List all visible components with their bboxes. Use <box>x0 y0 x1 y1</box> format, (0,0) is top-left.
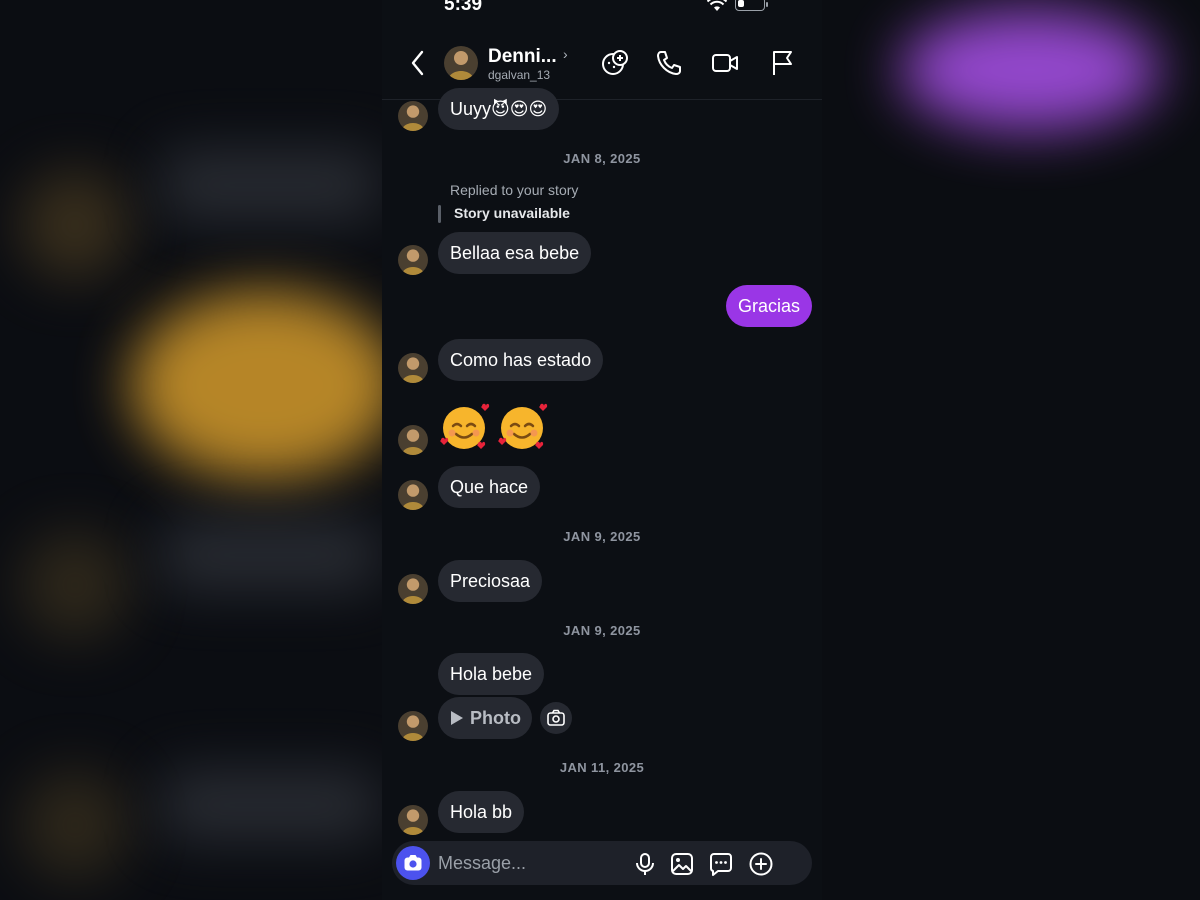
smiling-face-with-hearts-icon <box>440 403 490 449</box>
camera-button[interactable] <box>396 846 430 880</box>
message-list: Uuyy😈😍😍 JAN 8, 2025 Replied to your stor… <box>382 0 822 900</box>
photo-label: Photo <box>470 708 521 728</box>
message-bubble-outgoing[interactable]: Gracias <box>725 285 812 327</box>
date-separator: JAN 11, 2025 <box>559 760 645 775</box>
message-bubble-incoming[interactable]: Preciosaa <box>438 560 543 602</box>
smiling-face-with-hearts-icon <box>498 403 548 449</box>
story-reply-reference[interactable]: Story unavailable <box>454 205 570 221</box>
microphone-icon[interactable] <box>632 851 658 877</box>
sender-avatar <box>398 574 428 604</box>
reply-label: Replied to your story <box>450 182 579 198</box>
chat-screen: 5:39 Denni... › dgalvan_13 Uuyy😈😍😍 JAN 8… <box>382 0 822 900</box>
sender-avatar <box>398 101 428 131</box>
emoji-message-graphics <box>438 400 548 450</box>
date-separator: JAN 9, 2025 <box>563 623 641 638</box>
date-separator: JAN 9, 2025 <box>563 529 641 544</box>
message-composer <box>392 841 812 885</box>
date-separator: JAN 8, 2025 <box>563 151 641 166</box>
message-bubble-incoming[interactable]: Hola bb <box>438 791 525 833</box>
sender-avatar <box>398 805 428 835</box>
camera-icon <box>404 855 422 871</box>
sender-avatar <box>398 245 428 275</box>
sender-avatar <box>398 711 428 741</box>
sender-avatar <box>398 480 428 510</box>
message-bubble-incoming[interactable]: Hola bebe <box>438 653 545 695</box>
sender-avatar <box>398 425 428 455</box>
message-bubble-incoming[interactable]: Bellaa esa bebe <box>438 232 592 274</box>
message-bubble-incoming[interactable]: Como has estado <box>438 339 604 381</box>
reply-camera-button[interactable] <box>540 702 572 734</box>
plus-icon[interactable] <box>748 851 774 877</box>
gallery-icon[interactable] <box>669 851 695 877</box>
message-input[interactable] <box>438 841 628 885</box>
message-bubble-incoming[interactable]: Que hace <box>438 466 541 508</box>
sticker-chat-icon[interactable] <box>708 851 734 877</box>
reply-bar <box>438 205 441 223</box>
sender-avatar <box>398 353 428 383</box>
camera-small-icon <box>547 709 565 726</box>
message-bubble-incoming[interactable]: Uuyy😈😍😍 <box>438 88 560 130</box>
play-icon <box>451 711 463 725</box>
view-once-photo[interactable]: Photo <box>438 697 532 739</box>
